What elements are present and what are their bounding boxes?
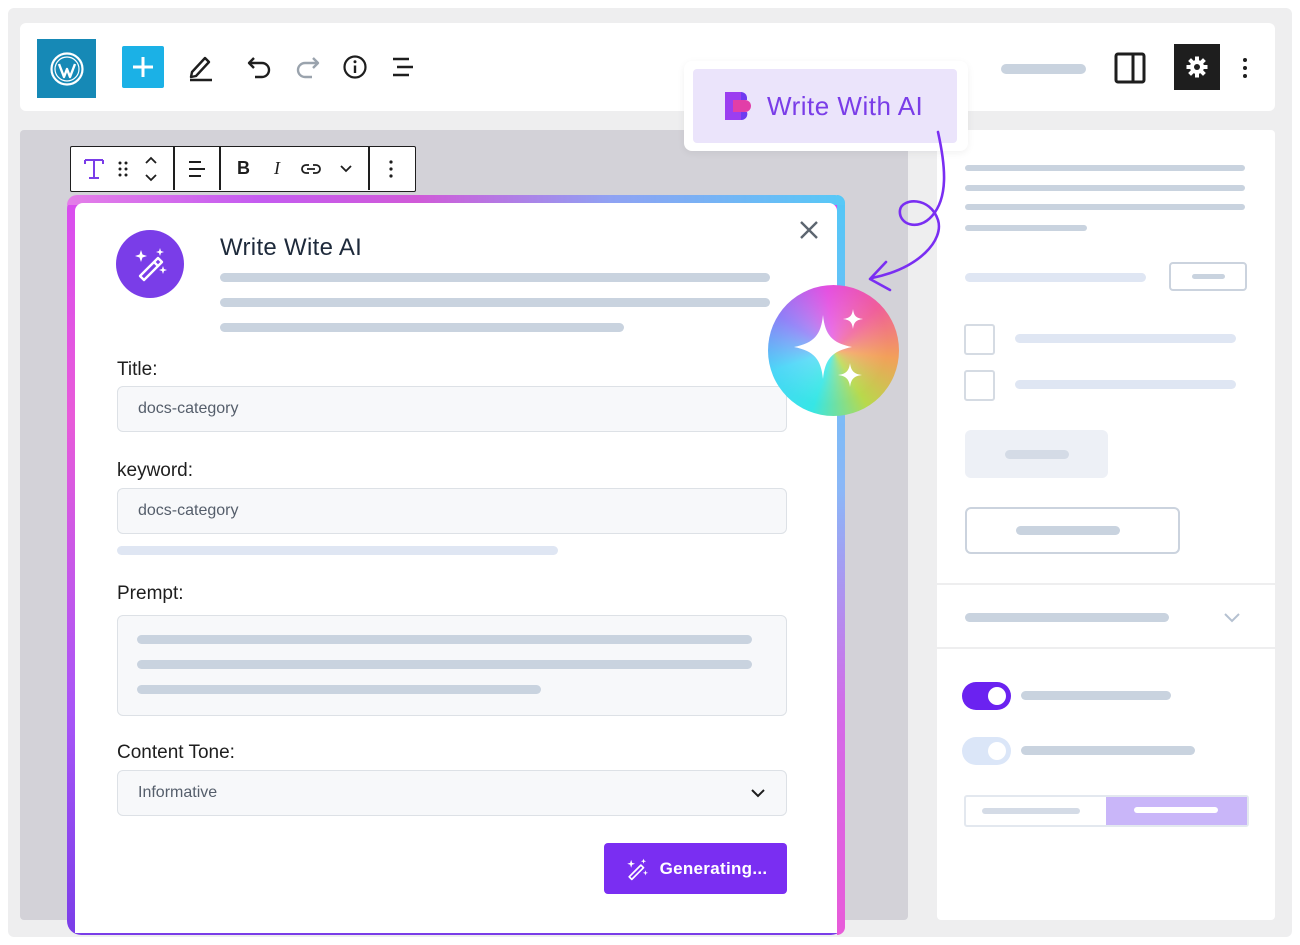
paragraph-icon[interactable]	[83, 157, 105, 181]
wordpress-logo-icon[interactable]	[37, 39, 96, 98]
write-ai-modal	[75, 203, 837, 933]
settings-button[interactable]	[1174, 44, 1220, 90]
add-block-button[interactable]	[122, 46, 164, 88]
keyword-input-value: docs-category	[138, 502, 239, 520]
link-icon[interactable]	[300, 160, 322, 178]
modal-title: Write Wite AI	[220, 234, 362, 262]
chevron-down-icon	[750, 785, 766, 801]
toggle-label-line	[1021, 691, 1171, 700]
more-options-icon[interactable]	[386, 159, 396, 179]
connector-arrow	[860, 128, 960, 308]
checkbox-label-line	[1015, 380, 1236, 389]
sidebar-divider	[937, 583, 1275, 585]
chevron-down-icon[interactable]	[339, 163, 353, 175]
vertical-ellipsis-icon[interactable]	[1238, 56, 1252, 80]
sidebar-text-line	[965, 273, 1146, 282]
bold-button[interactable]: B	[237, 158, 250, 179]
toggle-on[interactable]	[962, 682, 1011, 710]
checkbox-label-line	[1015, 334, 1236, 343]
title-input-value: docs-category	[138, 400, 239, 418]
sidebar-text-line	[965, 165, 1245, 171]
generate-button[interactable]: Generating...	[604, 843, 787, 894]
description-line	[220, 298, 770, 307]
plus-icon	[131, 55, 155, 79]
sidebar-checkbox[interactable]	[964, 370, 995, 401]
gear-icon	[1185, 55, 1209, 79]
redo-icon[interactable]	[294, 53, 322, 81]
panel-heading-line[interactable]	[965, 613, 1169, 622]
content-tone-label: Content Tone:	[117, 742, 235, 764]
content-tone-select[interactable]: Informative	[117, 770, 787, 816]
move-up-down-icon[interactable]	[143, 154, 159, 184]
segmented-control[interactable]	[964, 795, 1249, 827]
sidebar-text-line	[965, 204, 1245, 210]
sidebar-text-line	[965, 225, 1087, 231]
sidebar-text-line	[965, 185, 1245, 191]
magic-wand-sparkle-icon	[624, 856, 650, 882]
description-line	[220, 273, 770, 282]
prompt-text-line	[137, 660, 752, 669]
italic-button[interactable]: I	[274, 158, 280, 179]
chevron-down-icon[interactable]	[1223, 611, 1241, 625]
prompt-text-line	[137, 635, 752, 644]
save-draft-placeholder[interactable]	[1001, 64, 1086, 74]
title-label: Title:	[117, 359, 157, 381]
sidebar-panel-icon[interactable]	[1114, 52, 1146, 84]
sidebar-checkbox[interactable]	[964, 324, 995, 355]
generate-button-label: Generating...	[660, 859, 768, 879]
ai-avatar	[116, 230, 184, 298]
title-input[interactable]: docs-category	[117, 386, 787, 432]
write-with-ai-label: Write With AI	[767, 91, 923, 122]
sidebar-outline-button[interactable]	[965, 507, 1180, 554]
prompt-label: Prempt:	[117, 583, 184, 605]
align-icon[interactable]	[186, 158, 208, 180]
segment-active[interactable]	[1106, 797, 1247, 825]
pencil-icon[interactable]	[188, 52, 214, 82]
toggle-off[interactable]	[962, 737, 1011, 765]
sparkles-icon	[768, 285, 899, 416]
list-view-icon[interactable]	[390, 55, 416, 79]
undo-icon[interactable]	[245, 53, 273, 81]
close-icon[interactable]	[797, 218, 821, 242]
keyword-label: keyword:	[117, 460, 193, 482]
block-toolbar: B I	[70, 146, 416, 192]
content-tone-value: Informative	[138, 784, 217, 802]
magic-wand-sparkle-icon	[130, 244, 170, 284]
prompt-text-line	[137, 685, 541, 694]
keyword-input[interactable]: docs-category	[117, 488, 787, 534]
sidebar-divider	[937, 647, 1275, 649]
drag-handle-icon[interactable]	[117, 160, 129, 178]
description-line	[220, 323, 624, 332]
sidebar-small-button[interactable]	[1169, 262, 1247, 291]
toggle-label-line	[1021, 746, 1195, 755]
betterdocs-logo-icon	[723, 90, 753, 122]
sparkle-orb	[768, 285, 899, 416]
helper-text-line	[117, 546, 558, 555]
sidebar-primary-button[interactable]	[965, 430, 1108, 478]
info-icon[interactable]	[342, 54, 368, 80]
